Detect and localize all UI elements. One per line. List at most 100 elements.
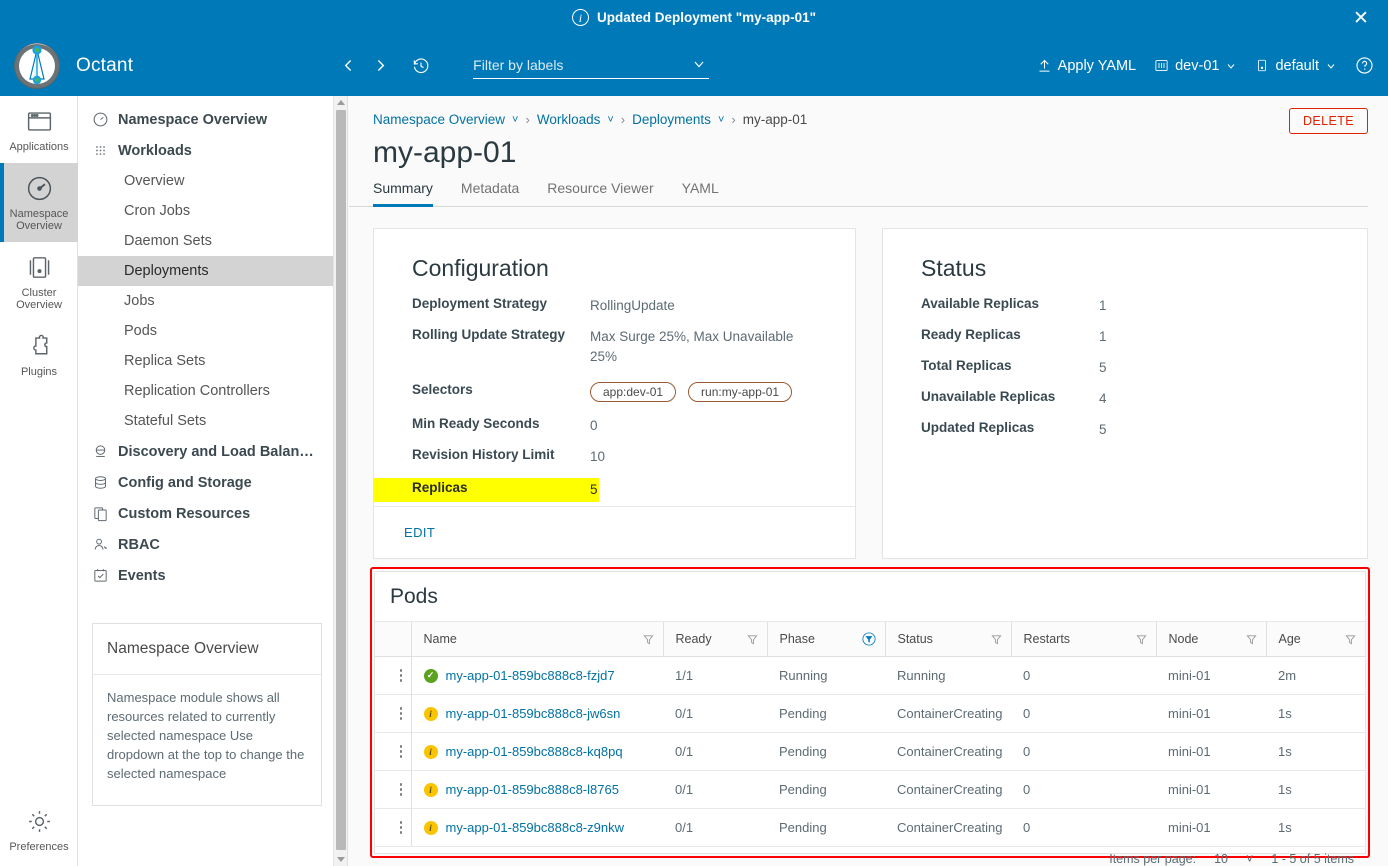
sidebar-item-cluster-overview[interactable]: Cluster Overview [0,242,78,321]
row-actions[interactable] [375,656,411,695]
nav-item-jobs[interactable]: Jobs [78,286,347,316]
items-per-page-value[interactable]: 10 [1214,853,1228,866]
row-actions[interactable] [375,732,411,771]
cell-name[interactable]: i my-app-01-859bc888c8-kq8pq [410,732,663,771]
close-icon[interactable]: ✕ [1350,7,1372,29]
sidebar-scrollbar[interactable] [333,96,347,866]
nav-item-replication-controllers[interactable]: Replication Controllers [78,376,347,406]
chevron-down-icon[interactable] [691,56,707,77]
th-ready[interactable]: Ready [662,621,767,657]
filter-input[interactable] [473,52,674,77]
th-node[interactable]: Node [1155,621,1266,657]
delete-button[interactable]: DELETE [1288,108,1368,134]
breadcrumb-item-deployments[interactable]: Deployments [632,112,711,127]
filter-icon[interactable] [1245,634,1257,645]
nav-item-cron-jobs[interactable]: Cron Jobs [78,196,347,226]
pod-name-link[interactable]: my-app-01-859bc888c8-jw6sn [446,706,621,721]
pod-name-link[interactable]: my-app-01-859bc888c8-l8765 [446,782,619,797]
notification-message: Updated Deployment "my-app-01" [596,10,817,25]
filter-icon[interactable] [990,634,1002,645]
cell-name[interactable]: i my-app-01-859bc888c8-l8765 [410,770,663,809]
filter-icon[interactable] [746,634,758,645]
nav-item-config-storage[interactable]: Config and Storage [78,467,347,498]
breadcrumb-item-workloads[interactable]: Workloads [537,112,601,127]
cell-name[interactable]: i my-app-01-859bc888c8-jw6sn [410,694,663,733]
scroll-down-icon[interactable] [337,857,345,862]
nav-item-replica-sets[interactable]: Replica Sets [78,346,347,376]
filter-by-labels[interactable] [473,52,710,79]
th-status[interactable]: Status [884,621,1011,657]
filter-icon[interactable] [1345,634,1356,645]
cell-name[interactable]: i my-app-01-859bc888c8-z9nkw [410,808,663,847]
filter-icon[interactable] [642,634,654,645]
tab-resource-viewer[interactable]: Resource Viewer [547,180,653,207]
breadcrumb-item-namespace-overview[interactable]: Namespace Overview [373,112,505,127]
chevron-left-icon[interactable] [333,51,363,81]
chevron-right-icon[interactable] [365,51,395,81]
chevron-down-icon[interactable]: ˅ [512,114,518,126]
tab-yaml[interactable]: YAML [682,180,719,207]
tab-metadata[interactable]: Metadata [461,180,519,207]
node-link[interactable]: mini-01 [1156,732,1266,771]
pod-name-link[interactable]: my-app-01-859bc888c8-z9nkw [446,820,624,835]
table-row[interactable]: i my-app-01-859bc888c8-z9nkw 0/1 Pending… [375,808,1365,847]
th-age[interactable]: Age [1265,621,1365,657]
nav-item-daemon-sets[interactable]: Daemon Sets [78,226,347,256]
th-restarts[interactable]: Restarts [1010,621,1156,657]
chevron-down-icon[interactable]: ˅ [1246,853,1253,866]
apply-yaml-button[interactable]: Apply YAML [1037,58,1136,74]
help-circle-icon[interactable] [1355,56,1374,75]
th-phase[interactable]: Phase [766,621,885,657]
status-warning-icon: i [423,744,438,759]
table-row[interactable]: i my-app-01-859bc888c8-jw6sn 0/1 Pending… [375,694,1365,733]
pod-name-link[interactable]: my-app-01-859bc888c8-fzjd7 [446,668,615,683]
node-link[interactable]: mini-01 [1156,656,1266,695]
th-name[interactable]: Name [410,621,663,657]
cell-name[interactable]: ✓ my-app-01-859bc888c8-fzjd7 [410,656,663,695]
nav-item-discovery-load-balancing[interactable]: Discovery and Load Balan… [78,436,347,467]
selector-pill[interactable]: run:my-app-01 [688,382,793,402]
preferences-button[interactable]: Preferences [0,796,78,863]
kebab-menu-icon[interactable] [387,783,411,796]
nav-item-rbac[interactable]: RBAC [78,529,347,560]
filter-icon[interactable] [1135,634,1147,645]
nav-item-custom-resources[interactable]: Custom Resources [78,498,347,529]
row-actions[interactable] [375,770,411,809]
kebab-menu-icon[interactable] [387,821,411,834]
scrollbar-thumb[interactable] [336,110,346,850]
table-row[interactable]: i my-app-01-859bc888c8-l8765 0/1 Pending… [375,770,1365,809]
puzzle-icon [32,334,47,354]
row-actions[interactable] [375,694,411,733]
node-link[interactable]: mini-01 [1156,770,1266,809]
history-icon[interactable] [406,51,436,81]
row-actions[interactable] [375,808,411,847]
kebab-menu-icon[interactable] [387,707,411,720]
node-link[interactable]: mini-01 [1156,808,1266,847]
selector-pill[interactable]: app:dev-01 [590,382,677,402]
chevron-down-icon[interactable]: ˅ [718,114,724,126]
sidebar-item-applications[interactable]: Applications [0,96,78,163]
kebab-menu-icon[interactable] [387,669,411,682]
sidebar-item-plugins[interactable]: Plugins [0,321,78,388]
status-row-available-replicas: Available Replicas 1 [883,296,1367,316]
nav-item-pods[interactable]: Pods [78,316,347,346]
cluster-selector[interactable]: dev-01 [1154,58,1237,74]
scroll-up-icon[interactable] [337,100,345,105]
nav-item-events[interactable]: Events [78,560,347,591]
namespace-selector[interactable]: default [1255,58,1337,74]
nav-item-deployments[interactable]: Deployments [78,256,347,286]
edit-button[interactable]: EDIT [404,525,435,540]
table-row[interactable]: i my-app-01-859bc888c8-kq8pq 0/1 Pending… [375,732,1365,771]
chevron-down-icon[interactable]: ˅ [607,114,613,126]
pod-name-link[interactable]: my-app-01-859bc888c8-kq8pq [446,744,623,759]
tab-summary[interactable]: Summary [373,180,433,207]
nav-item-stateful-sets[interactable]: Stateful Sets [78,406,347,436]
table-row[interactable]: ✓ my-app-01-859bc888c8-fzjd7 1/1 Running… [375,656,1365,695]
nav-item-overview[interactable]: Overview [78,166,347,196]
nav-item-namespace-overview[interactable]: Namespace Overview [78,104,347,135]
kebab-menu-icon[interactable] [387,745,411,758]
node-link[interactable]: mini-01 [1156,694,1266,733]
sidebar-item-namespace-overview[interactable]: Namespace Overview [0,162,78,242]
nav-item-workloads[interactable]: Workloads [78,135,347,166]
filter-icon-active[interactable] [861,632,876,646]
